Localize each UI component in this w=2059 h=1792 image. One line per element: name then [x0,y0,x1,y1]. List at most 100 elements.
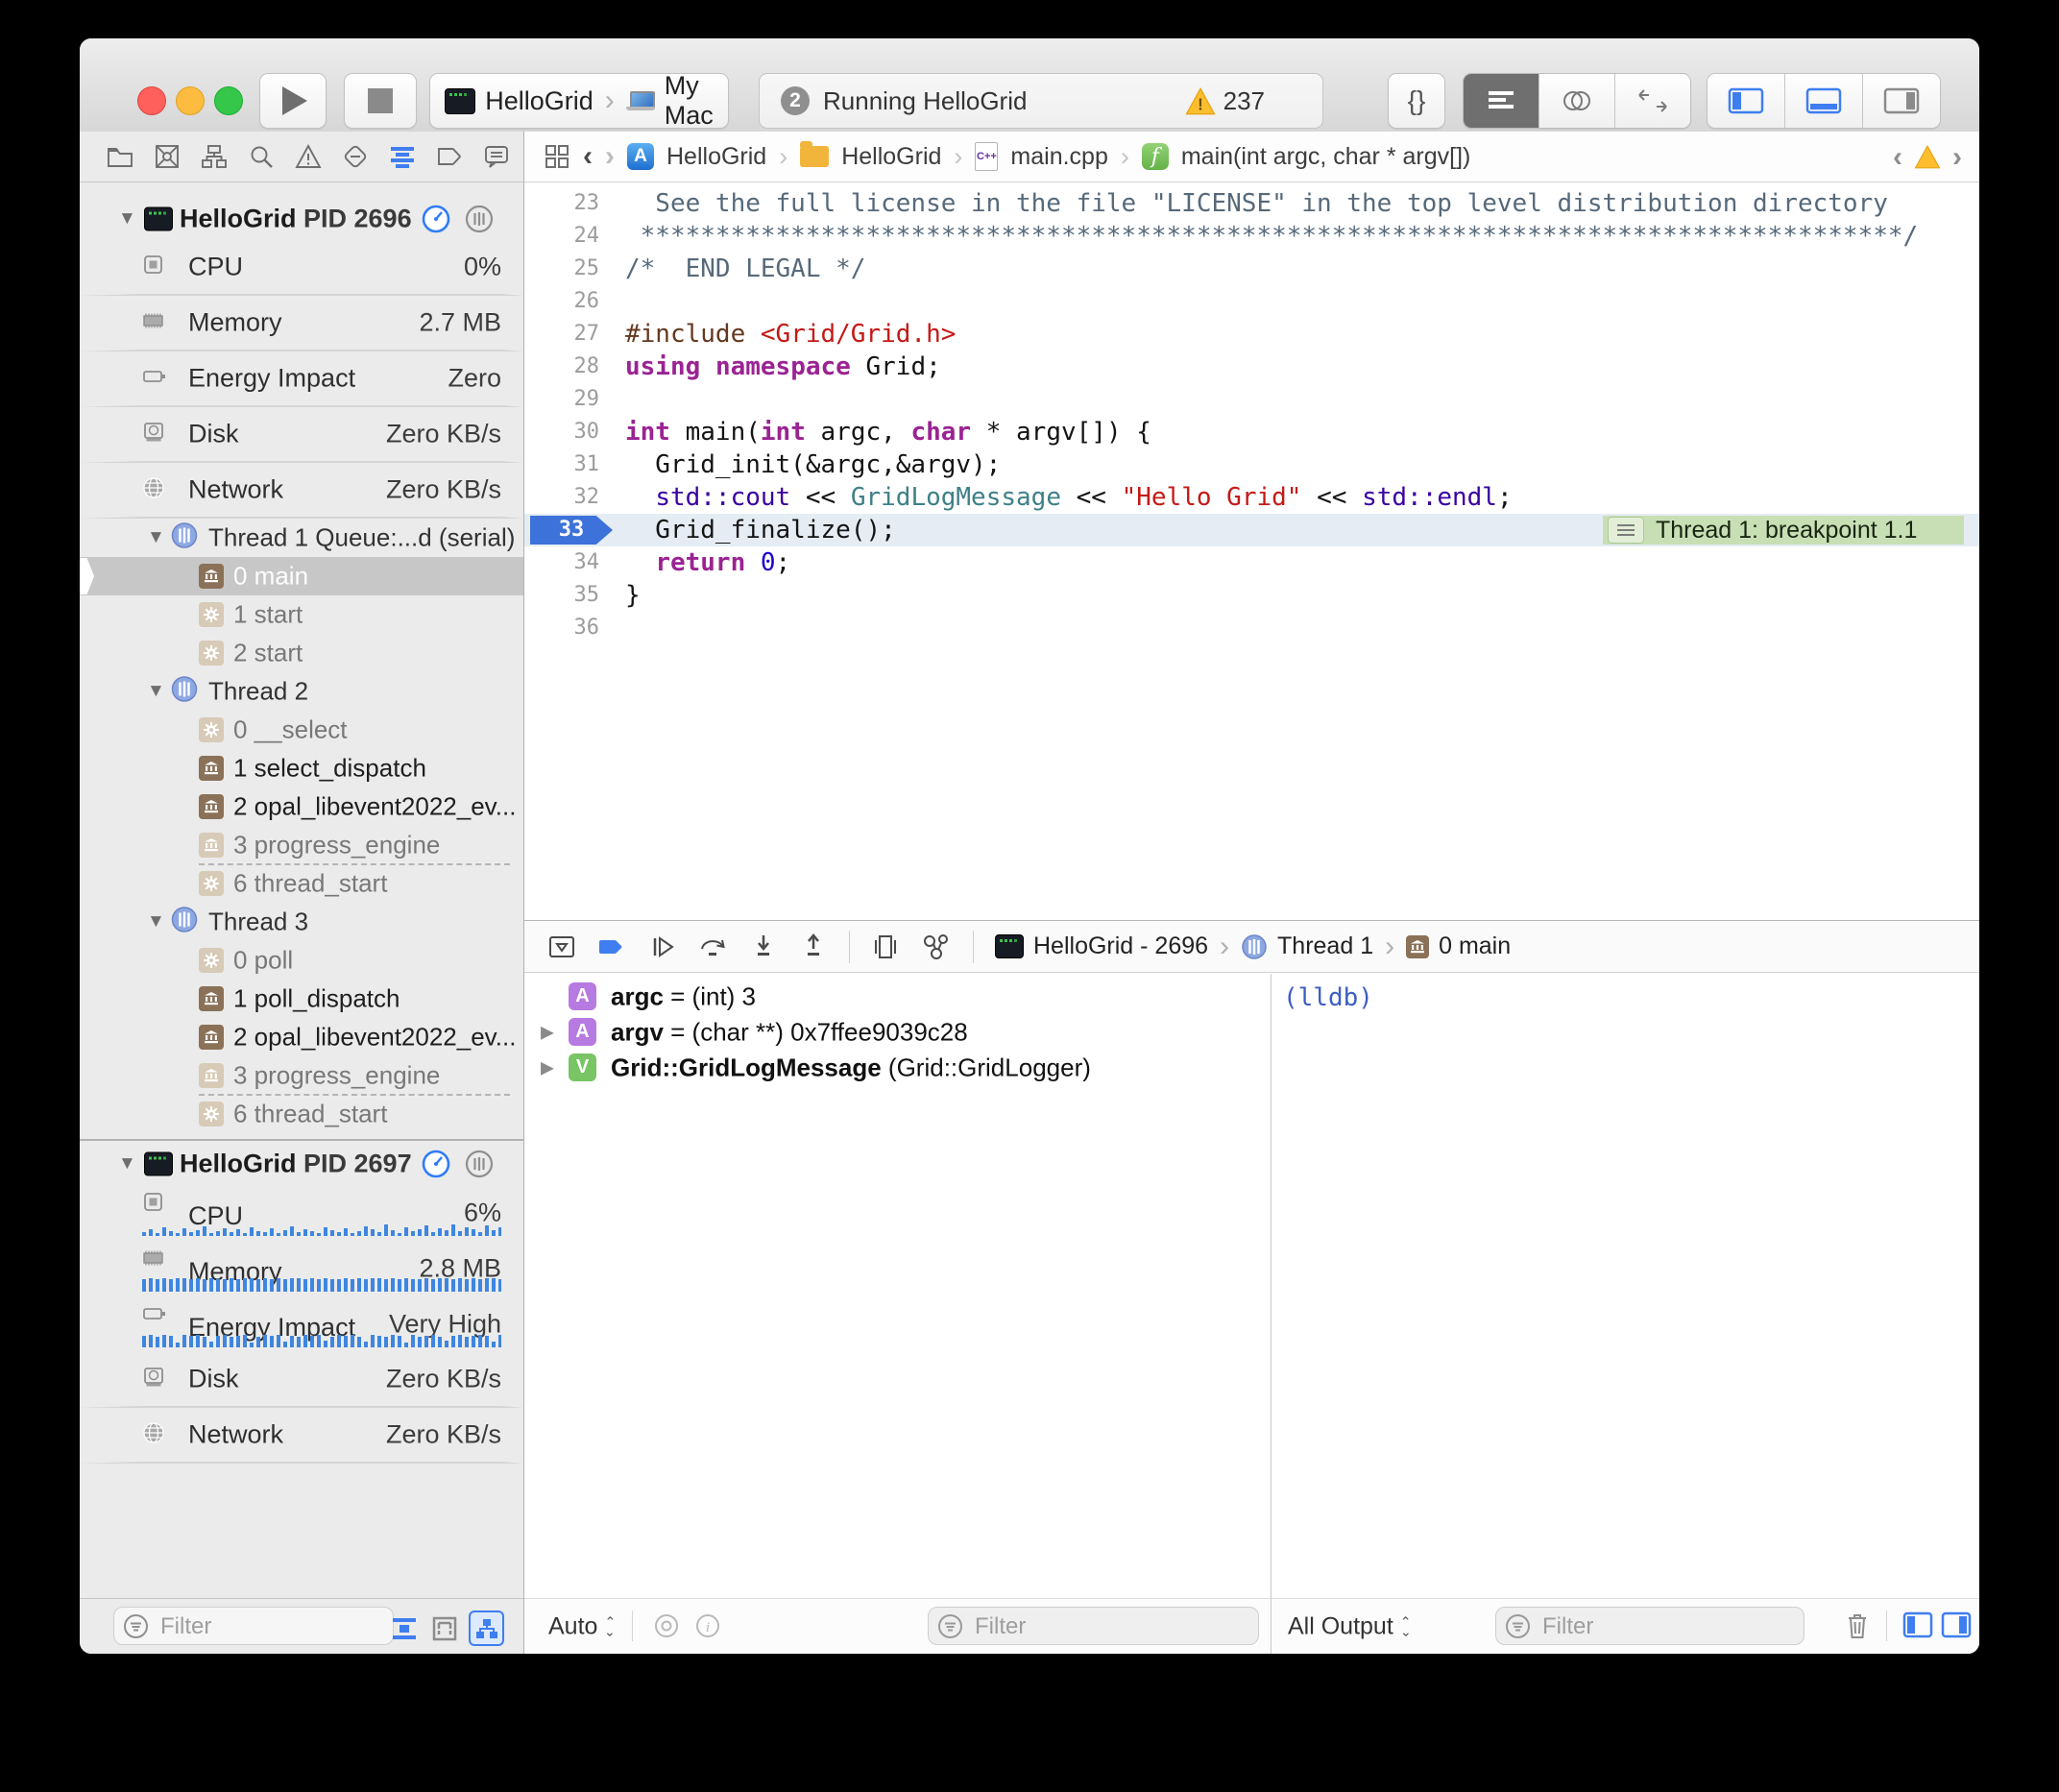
thread-row[interactable]: ▼ Thread 3 [80,903,523,941]
stack-frame-row[interactable]: 2 opal_libevent2022_ev... [80,787,523,826]
stop-button[interactable] [344,73,417,129]
issue-warning-icon[interactable] [1914,145,1941,169]
disclosure-triangle-icon[interactable]: ▼ [147,681,165,702]
gauge-row[interactable]: Memory 2.7 MB [80,296,523,351]
flagged-threads-filter-icon[interactable] [388,1612,420,1644]
go-forward-button[interactable]: › [605,140,615,173]
line-number[interactable]: 24 [524,220,599,253]
gauge-row[interactable]: CPU 0% [80,240,523,296]
continue-icon[interactable] [647,932,676,961]
line-number[interactable]: 23 [524,187,599,220]
code-line[interactable]: 32 std::cout << GridLogMessage << "Hello… [524,481,1979,514]
gauge-row[interactable]: Network Zero KB/s [80,463,523,519]
code-line[interactable]: 29 [524,383,1979,416]
toggle-debug-area-button[interactable] [1785,74,1863,128]
variables-filter-field[interactable] [928,1607,1259,1645]
line-number[interactable]: 31 [524,448,599,481]
variable-row[interactable]: ▶ A argv = (char **) 0x7ffee9039c28 [524,1015,1264,1050]
gauge-row[interactable]: Energy Impact Zero [80,351,523,407]
gauge-row[interactable]: Disk Zero KB/s [80,1352,523,1408]
code-line[interactable]: 31 Grid_init(&argc,&argv); [524,448,1979,481]
jumpbar-item-symbol[interactable]: main(int argc, char * argv[]) [1181,143,1471,171]
stack-frame-row[interactable]: 1 start [80,595,523,634]
minimize-window-button[interactable] [176,86,205,115]
gauge-row[interactable]: Memory 2.8 MB [80,1241,523,1296]
stack-frame-row[interactable]: 1 poll_dispatch [80,980,523,1018]
close-window-button[interactable] [137,86,166,115]
stack-frame-row[interactable]: 1 select_dispatch [80,749,523,787]
debug-process-crumb[interactable]: HelloGrid - 2696 [1033,932,1208,960]
variables-filter-input[interactable] [973,1608,1250,1646]
debug-frame-crumb[interactable]: 0 main [1439,932,1511,960]
view-hierarchy-icon[interactable] [871,932,900,961]
warning-indicator[interactable]: ! 237 [1185,86,1265,116]
instruction-pointer-badge[interactable]: 33 [530,516,613,545]
gauge-row[interactable]: CPU 6% [80,1185,523,1241]
line-number[interactable]: 28 [524,351,599,383]
toggle-inspector-button[interactable] [1863,74,1940,128]
quicklook-icon[interactable] [652,1611,681,1640]
console-filter-field[interactable] [1495,1607,1805,1645]
code-line[interactable]: 27#include <Grid/Grid.h> [524,318,1979,351]
navigator-filter-input[interactable] [158,1608,385,1646]
find-navigator-icon[interactable] [248,143,275,170]
report-navigator-icon[interactable] [483,143,510,170]
source-control-navigator-icon[interactable] [154,143,181,170]
code-line[interactable]: 36 [524,612,1979,644]
line-number[interactable]: 27 [524,318,599,351]
stack-frame-row[interactable]: 6 thread_start [80,1095,523,1133]
stack-frame-row[interactable]: 6 thread_start [80,864,523,903]
version-editor-button[interactable] [1615,74,1690,128]
memory-graph-icon[interactable] [921,932,952,961]
issue-navigator-icon[interactable] [295,143,322,170]
line-number[interactable]: 26 [524,285,599,318]
previous-issue-button[interactable]: ‹ [1893,141,1902,174]
process-row[interactable]: ▼ HelloGrid PID 2697 [80,1143,523,1185]
line-number[interactable]: 34 [524,546,599,579]
step-out-icon[interactable] [799,932,828,961]
code-line[interactable]: 23 See the full license in the file "LIC… [524,187,1979,220]
stack-frame-row[interactable]: 3 progress_engine [80,1056,523,1095]
stack-frame-row[interactable]: 2 opal_libevent2022_ev... [80,1018,523,1056]
jumpbar-item-group[interactable]: HelloGrid [841,143,941,171]
gauges-button[interactable] [422,1150,450,1178]
code-line[interactable]: 34 return 0; [524,546,1979,579]
show-variables-view-icon[interactable] [1902,1611,1933,1638]
code-line[interactable]: 33 Grid_finalize(); Thread 1: breakpoint… [524,514,1979,546]
stack-frame-row[interactable]: 0 main [80,557,523,595]
stack-frame-row[interactable]: 0 poll [80,941,523,980]
variables-scope-select[interactable]: Auto ⌃⌃ [548,1612,616,1640]
jumpbar-item-project[interactable]: HelloGrid [666,143,766,171]
gauges-button[interactable] [422,205,450,233]
view-process-by-queue-icon[interactable] [469,1610,504,1646]
columns-button[interactable] [465,1150,494,1178]
related-items-icon[interactable] [544,143,570,170]
breakpoint-navigator-icon[interactable] [436,143,463,170]
hide-debug-area-icon[interactable] [547,932,576,961]
stack-frame-row[interactable]: 3 progress_engine [80,826,523,864]
process-row[interactable]: ▼ HelloGrid PID 2696 [80,198,523,240]
clear-console-icon[interactable] [1843,1610,1872,1641]
gauge-row[interactable]: Disk Zero KB/s [80,407,523,463]
thread-row[interactable]: ▼ Thread 2 [80,672,523,711]
breakpoint-annotation[interactable]: Thread 1: breakpoint 1.1 [1603,516,1964,545]
step-into-icon[interactable] [749,932,778,961]
disclosure-triangle-icon[interactable]: ▶ [541,1058,554,1078]
console-view[interactable]: (lldb) [1272,974,1979,1599]
info-icon[interactable]: i [693,1611,722,1640]
disclosure-triangle-icon[interactable]: ▼ [147,527,165,548]
symbol-navigator-icon[interactable] [201,143,228,170]
go-back-button[interactable]: ‹ [583,140,593,173]
code-line[interactable]: 24 *************************************… [524,220,1979,253]
zoom-window-button[interactable] [214,86,243,115]
code-snippets-button[interactable]: {} [1388,73,1445,129]
breakpoints-toggle-icon[interactable] [597,932,626,961]
thread-row[interactable]: ▼ Thread 1 Queue:...d (serial) [80,519,523,557]
columns-button[interactable] [465,205,494,233]
assistant-editor-button[interactable] [1539,74,1615,128]
code-line[interactable]: 25/* END LEGAL */ [524,253,1979,285]
code-line[interactable]: 35} [524,579,1979,612]
show-console-view-icon[interactable] [1941,1611,1972,1638]
test-navigator-icon[interactable] [342,143,369,170]
console-filter-input[interactable] [1540,1608,1796,1646]
